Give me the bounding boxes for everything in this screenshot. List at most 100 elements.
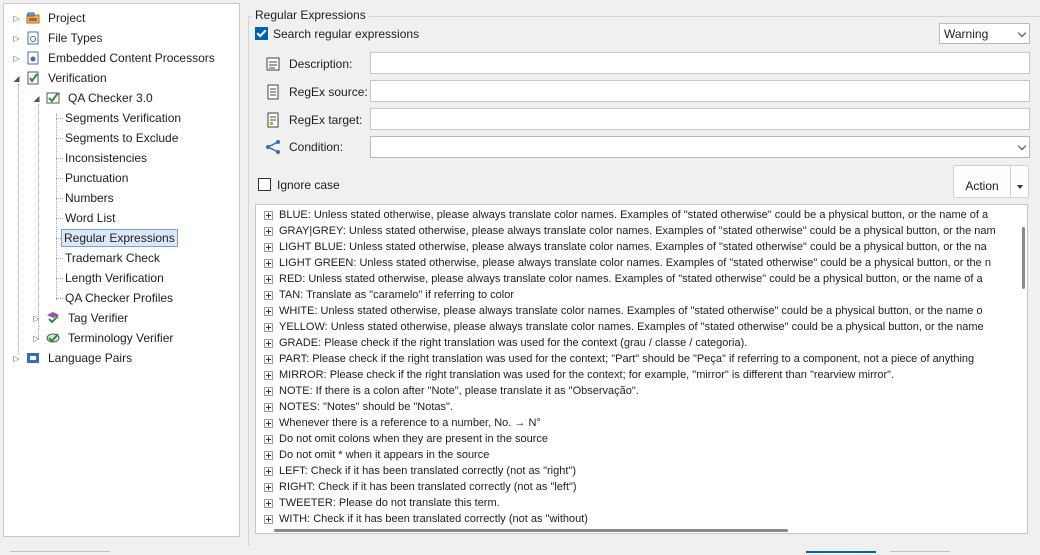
expand-plus-icon[interactable] xyxy=(264,434,273,444)
tree-connector xyxy=(56,114,57,300)
search-regex-checkbox[interactable] xyxy=(255,27,268,40)
expand-plus-icon[interactable] xyxy=(264,290,273,300)
tree-item-numbers[interactable]: Numbers xyxy=(63,189,116,207)
tree-item-qa-checker[interactable]: ◢ QA Checker 3.0 xyxy=(32,89,155,107)
selected-tree-label: Regular Expressions xyxy=(61,229,178,247)
action-button-main[interactable]: Action xyxy=(954,166,1010,197)
vertical-scrollbar[interactable] xyxy=(1022,227,1025,289)
list-item[interactable]: GRADE: Please check if the right transla… xyxy=(264,335,747,351)
project-icon xyxy=(26,11,40,25)
list-item[interactable]: Do not omit * when it appears in the sou… xyxy=(264,447,489,463)
severity-value: Warning xyxy=(944,26,989,41)
list-item[interactable]: NOTES: "Notes" should be "Notas". xyxy=(264,399,453,415)
regex-source-field[interactable] xyxy=(370,80,1030,102)
group-title: Regular Expressions xyxy=(252,8,369,22)
horizontal-scrollbar[interactable] xyxy=(274,529,788,532)
expand-plus-icon[interactable] xyxy=(264,242,273,252)
tree-item-terminology-verifier[interactable]: ▷ Terminology Verifier xyxy=(32,329,175,347)
expand-plus-icon[interactable] xyxy=(264,338,273,348)
list-item[interactable]: BLUE: Unless stated otherwise, please al… xyxy=(264,207,988,223)
expand-icon[interactable]: ▷ xyxy=(32,309,41,327)
list-item[interactable]: LIGHT BLUE: Unless stated otherwise, ple… xyxy=(264,239,987,255)
list-item[interactable]: LEFT: Check if it has been translated co… xyxy=(264,463,576,479)
severity-select[interactable]: Warning xyxy=(939,23,1030,44)
regex-settings-panel: Regular Expressions Search regular expre… xyxy=(243,0,1040,555)
expand-plus-icon[interactable] xyxy=(264,258,273,268)
description-row: Description: xyxy=(265,53,352,75)
condition-icon xyxy=(265,139,281,155)
tree-item-file-types[interactable]: ▷ File Types xyxy=(12,29,104,47)
list-item[interactable]: TAN: Translate as "caramelo" if referrin… xyxy=(264,287,514,303)
ok-button-edge[interactable] xyxy=(806,551,876,555)
expand-plus-icon[interactable] xyxy=(264,210,273,220)
tree-item-regular-expressions[interactable]: Regular Expressions xyxy=(61,229,178,247)
action-button[interactable]: Action xyxy=(953,165,1029,198)
regex-target-row: RegEx target: xyxy=(265,109,362,131)
expand-plus-icon[interactable] xyxy=(264,354,273,364)
expand-icon[interactable]: ▷ xyxy=(32,329,41,347)
collapse-icon[interactable]: ◢ xyxy=(12,69,21,87)
list-item[interactable]: WHITE: Unless stated otherwise, please a… xyxy=(264,303,983,319)
embedded-content-icon xyxy=(26,51,40,65)
expand-plus-icon[interactable] xyxy=(264,418,273,428)
list-item[interactable]: RIGHT: Check if it has been translated c… xyxy=(264,479,577,495)
tree-item-qa-checker-profiles[interactable]: QA Checker Profiles xyxy=(63,289,175,307)
list-item[interactable]: RED: Unless stated otherwise, please alw… xyxy=(264,271,983,287)
tree-item-segments-verification[interactable]: Segments Verification xyxy=(63,109,183,127)
tree-item-length-verification[interactable]: Length Verification xyxy=(63,269,166,287)
action-dropdown-button[interactable] xyxy=(1010,166,1028,197)
regex-target-field[interactable] xyxy=(370,108,1030,130)
list-item[interactable]: WITH: Check if it has been translated co… xyxy=(264,511,588,527)
tree-item-tag-verifier[interactable]: ▷ Tag Verifier xyxy=(32,309,130,327)
ignore-case-checkbox[interactable] xyxy=(258,178,271,191)
condition-row: Condition: xyxy=(265,136,343,158)
description-field[interactable] xyxy=(370,52,1030,74)
expand-plus-icon[interactable] xyxy=(264,274,273,284)
expand-plus-icon[interactable] xyxy=(264,370,273,380)
caret-down-icon xyxy=(1017,185,1023,189)
expand-icon[interactable]: ▷ xyxy=(12,9,21,27)
cancel-button-edge[interactable] xyxy=(890,551,950,555)
list-item[interactable]: YELLOW: Unless stated otherwise, please … xyxy=(264,319,984,335)
expand-plus-icon[interactable] xyxy=(264,466,273,476)
expand-plus-icon[interactable] xyxy=(264,322,273,332)
expand-plus-icon[interactable] xyxy=(264,386,273,396)
expand-plus-icon[interactable] xyxy=(264,482,273,492)
tree-item-word-list[interactable]: Word List xyxy=(63,209,117,227)
list-item[interactable]: NOTE: If there is a colon after "Note", … xyxy=(264,383,639,399)
regex-rules-list[interactable]: BLUE: Unless stated otherwise, please al… xyxy=(255,204,1028,534)
condition-select[interactable] xyxy=(370,136,1030,158)
list-item[interactable]: TWEETER: Please do not translate this te… xyxy=(264,495,500,511)
tree-item-project[interactable]: ▷ Project xyxy=(12,9,87,27)
regex-source-row: RegEx source: xyxy=(265,81,368,103)
tree-item-inconsistencies[interactable]: Inconsistencies xyxy=(63,149,149,167)
list-item[interactable]: PART: Please check if the right translat… xyxy=(264,351,974,367)
tree-item-verification[interactable]: ◢ Verification xyxy=(12,69,109,87)
tree-item-trademark-check[interactable]: Trademark Check xyxy=(63,249,162,267)
expand-plus-icon[interactable] xyxy=(264,306,273,316)
verification-icon xyxy=(26,71,40,85)
expand-plus-icon[interactable] xyxy=(264,514,273,524)
expand-icon[interactable]: ▷ xyxy=(12,349,21,367)
expand-plus-icon[interactable] xyxy=(264,498,273,508)
list-item[interactable]: Do not omit colons when they are present… xyxy=(264,431,548,447)
expand-plus-icon[interactable] xyxy=(264,450,273,460)
tree-item-embedded-content-processors[interactable]: ▷ Embedded Content Processors xyxy=(12,49,217,67)
bottom-edge-divider xyxy=(10,551,110,555)
expand-plus-icon[interactable] xyxy=(264,226,273,236)
tree-item-segments-to-exclude[interactable]: Segments to Exclude xyxy=(63,129,180,147)
expand-icon[interactable]: ▷ xyxy=(12,49,21,67)
expand-plus-icon[interactable] xyxy=(264,402,273,412)
list-item[interactable]: LIGHT GREEN: Unless stated otherwise, pl… xyxy=(264,255,991,271)
tag-verifier-icon xyxy=(46,311,60,325)
tree-connector xyxy=(18,84,19,354)
terminology-verifier-icon xyxy=(46,331,60,345)
list-item[interactable]: MIRROR: Please check if the right transl… xyxy=(264,367,894,383)
expand-icon[interactable]: ▷ xyxy=(12,29,21,47)
collapse-icon[interactable]: ◢ xyxy=(32,89,41,107)
list-item[interactable]: GRAY|GREY: Unless stated otherwise, plea… xyxy=(264,223,996,239)
tree-item-punctuation[interactable]: Punctuation xyxy=(63,169,130,187)
tree-item-language-pairs[interactable]: ▷ Language Pairs xyxy=(12,349,134,367)
list-item[interactable]: Whenever there is a reference to a numbe… xyxy=(264,415,541,431)
chevron-down-icon xyxy=(1017,141,1027,151)
